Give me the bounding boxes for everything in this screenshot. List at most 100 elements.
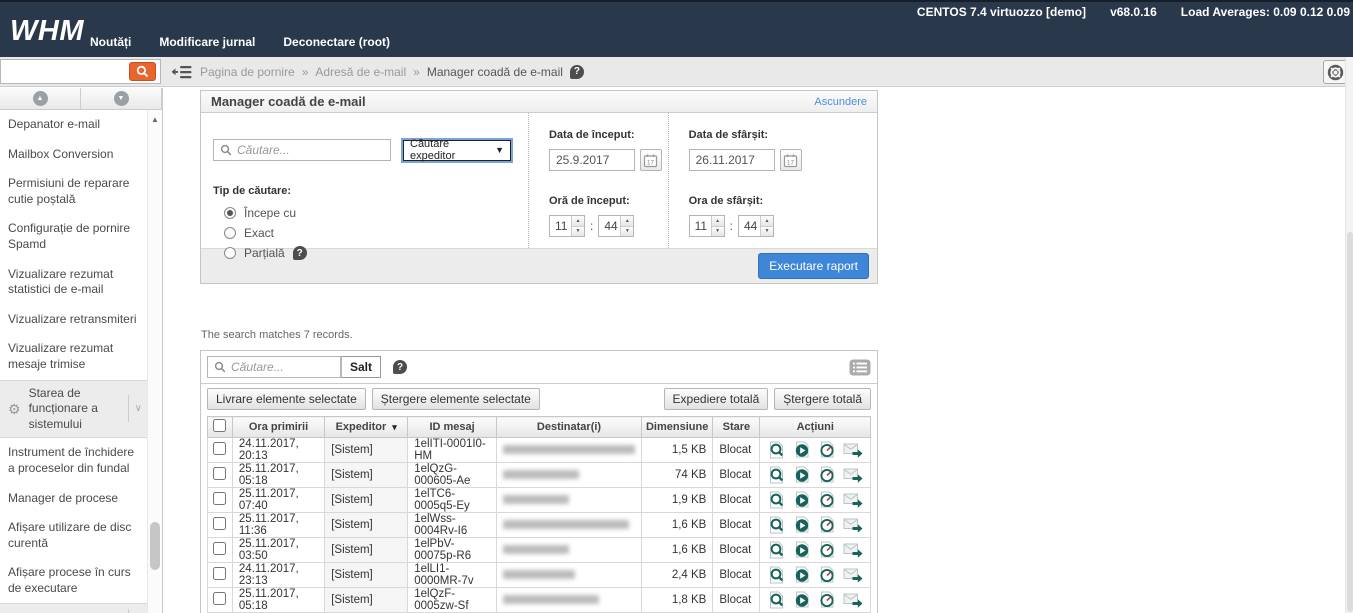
deliver-message-icon[interactable] bbox=[793, 541, 811, 559]
deliver-message-icon[interactable] bbox=[793, 491, 811, 509]
deliver-message-icon[interactable] bbox=[793, 466, 811, 484]
view-message-icon[interactable] bbox=[768, 541, 786, 559]
radio-button-icon[interactable] bbox=[224, 207, 236, 219]
deliver-message-icon[interactable] bbox=[793, 591, 811, 609]
radio-option[interactable]: Parțială? bbox=[224, 246, 528, 260]
sidebar-item[interactable]: Vizualizare rezumat statistici de e-mail bbox=[0, 260, 147, 305]
help-icon[interactable]: ? bbox=[293, 246, 307, 260]
view-message-icon[interactable] bbox=[768, 566, 786, 584]
row-checkbox[interactable] bbox=[213, 542, 226, 555]
deliver-message-icon[interactable] bbox=[793, 441, 811, 459]
forward-message-icon[interactable] bbox=[843, 441, 863, 459]
hide-link[interactable]: Ascundere bbox=[814, 96, 867, 108]
deliver-selected-button[interactable]: Livrare elemente selectate bbox=[207, 388, 366, 410]
unfreeze-message-icon[interactable] bbox=[818, 591, 836, 609]
view-message-icon[interactable] bbox=[768, 591, 786, 609]
unfreeze-message-icon[interactable] bbox=[818, 566, 836, 584]
forward-message-icon[interactable] bbox=[843, 516, 863, 534]
support-button[interactable] bbox=[1323, 60, 1347, 84]
header-cell[interactable]: Dimensiune bbox=[641, 417, 712, 438]
end-date-input[interactable] bbox=[689, 149, 775, 171]
end-hour-stepper[interactable]: 11▲▼ bbox=[689, 215, 725, 237]
deliver-message-icon[interactable] bbox=[793, 566, 811, 584]
breadcrumb-item[interactable]: Adresă de e-mail bbox=[315, 65, 406, 79]
sidebar-item[interactable]: Afișare utilizare de disc curentă bbox=[0, 513, 147, 558]
radio-option[interactable]: Începe cu bbox=[224, 206, 528, 220]
stepper-arrows-icon[interactable]: ▲▼ bbox=[620, 216, 633, 236]
navbar-link[interactable]: Modificare jurnal bbox=[159, 35, 255, 49]
navbar-link[interactable]: Noutăți bbox=[90, 35, 131, 49]
whm-logo[interactable]: WHM bbox=[10, 15, 84, 48]
row-checkbox[interactable] bbox=[213, 592, 226, 605]
sidebar-item[interactable]: Vizualizare rezumat mesaje trimise bbox=[0, 334, 147, 379]
start-date-input[interactable] bbox=[549, 149, 635, 171]
unfreeze-message-icon[interactable] bbox=[818, 541, 836, 559]
row-checkbox[interactable] bbox=[213, 517, 226, 530]
view-message-icon[interactable] bbox=[768, 491, 786, 509]
view-message-icon[interactable] bbox=[768, 466, 786, 484]
help-icon[interactable]: ? bbox=[393, 360, 407, 374]
sidebar-section[interactable]: cPcPanel∨ bbox=[0, 603, 147, 613]
forward-message-icon[interactable] bbox=[843, 466, 863, 484]
radio-button-icon[interactable] bbox=[224, 227, 236, 239]
sidebar-item[interactable]: Afișare procese în curs de executare bbox=[0, 558, 147, 603]
end-date-calendar-button[interactable]: 17 bbox=[780, 149, 802, 171]
chevron-down-icon[interactable]: ∨ bbox=[128, 395, 145, 422]
start-date-calendar-button[interactable]: 17 bbox=[640, 149, 662, 171]
unfreeze-message-icon[interactable] bbox=[818, 441, 836, 459]
stepper-arrows-icon[interactable]: ▲▼ bbox=[711, 216, 724, 236]
view-message-icon[interactable] bbox=[768, 516, 786, 534]
sidebar-item[interactable]: Mailbox Conversion bbox=[0, 140, 147, 170]
table-search-input[interactable] bbox=[231, 360, 334, 374]
start-minute-stepper[interactable]: 44▲▼ bbox=[598, 215, 634, 237]
stepper-arrows-icon[interactable]: ▲▼ bbox=[571, 216, 584, 236]
forward-message-icon[interactable] bbox=[843, 541, 863, 559]
deliver-message-icon[interactable] bbox=[793, 516, 811, 534]
header-cell[interactable]: Ora primirii bbox=[232, 417, 324, 438]
header-cell[interactable]: ID mesaj bbox=[408, 417, 497, 438]
end-minute-stepper[interactable]: 44▲▼ bbox=[738, 215, 774, 237]
chevron-down-icon[interactable]: ∨ bbox=[128, 609, 145, 613]
header-cell[interactable]: Destinatar(i) bbox=[496, 417, 641, 438]
select-all-checkbox[interactable] bbox=[213, 419, 226, 432]
sidebar-item[interactable]: Depanator e-mail bbox=[0, 110, 147, 140]
collapse-sidebar-icon[interactable] bbox=[171, 64, 192, 85]
sidebar-scrollbar-thumb[interactable] bbox=[150, 522, 160, 570]
header-cell[interactable]: Expeditor▾ bbox=[325, 417, 408, 438]
run-report-button[interactable]: Executare raport bbox=[758, 253, 869, 279]
list-view-icon[interactable] bbox=[849, 359, 871, 376]
delete-selected-button[interactable]: Ștergere elemente selectate bbox=[372, 388, 540, 410]
form-search-input[interactable] bbox=[237, 143, 384, 157]
scrollbar-up-arrow-icon[interactable]: ▲ bbox=[151, 115, 159, 124]
sidebar-item[interactable]: Instrument de închidere a proceselor din… bbox=[0, 438, 147, 483]
deliver-all-button[interactable]: Expediere totală bbox=[664, 388, 769, 410]
start-hour-stepper[interactable]: 11▲▼ bbox=[549, 215, 585, 237]
navbar-link[interactable]: Deconectare (root) bbox=[283, 35, 390, 49]
sidebar-item[interactable]: Vizualizare retransmiteri bbox=[0, 305, 147, 335]
forward-message-icon[interactable] bbox=[843, 591, 863, 609]
header-cell[interactable]: Stare bbox=[713, 417, 760, 438]
sidebar-item[interactable]: Configurație de pornire Spamd bbox=[0, 214, 147, 259]
row-checkbox[interactable] bbox=[213, 492, 226, 505]
search-type-select[interactable]: Căutare expeditor ▼ bbox=[403, 140, 511, 161]
stepper-arrows-icon[interactable]: ▲▼ bbox=[760, 216, 773, 236]
row-checkbox[interactable] bbox=[213, 567, 226, 580]
sidebar-scroll-up-button[interactable]: ▲ bbox=[0, 88, 81, 109]
breadcrumb-item[interactable]: Pagina de pornire bbox=[200, 65, 295, 79]
sidebar-section[interactable]: ⚙Starea de funcționare a sistemului∨ bbox=[0, 380, 147, 439]
go-button[interactable]: Salt bbox=[341, 356, 381, 378]
view-message-icon[interactable] bbox=[768, 441, 786, 459]
sidebar-scroll-down-button[interactable]: ▼ bbox=[81, 88, 162, 109]
delete-all-button[interactable]: Ștergere totală bbox=[774, 388, 871, 410]
unfreeze-message-icon[interactable] bbox=[818, 516, 836, 534]
page-scrollbar-thumb[interactable] bbox=[1347, 232, 1353, 612]
forward-message-icon[interactable] bbox=[843, 566, 863, 584]
sidebar-item[interactable]: Manager de procese bbox=[0, 484, 147, 514]
row-checkbox[interactable] bbox=[213, 467, 226, 480]
unfreeze-message-icon[interactable] bbox=[818, 466, 836, 484]
header-cell[interactable]: Acțiuni bbox=[760, 417, 871, 438]
row-checkbox[interactable] bbox=[213, 442, 226, 455]
help-icon[interactable]: ? bbox=[570, 65, 584, 79]
unfreeze-message-icon[interactable] bbox=[818, 491, 836, 509]
radio-button-icon[interactable] bbox=[224, 247, 236, 259]
